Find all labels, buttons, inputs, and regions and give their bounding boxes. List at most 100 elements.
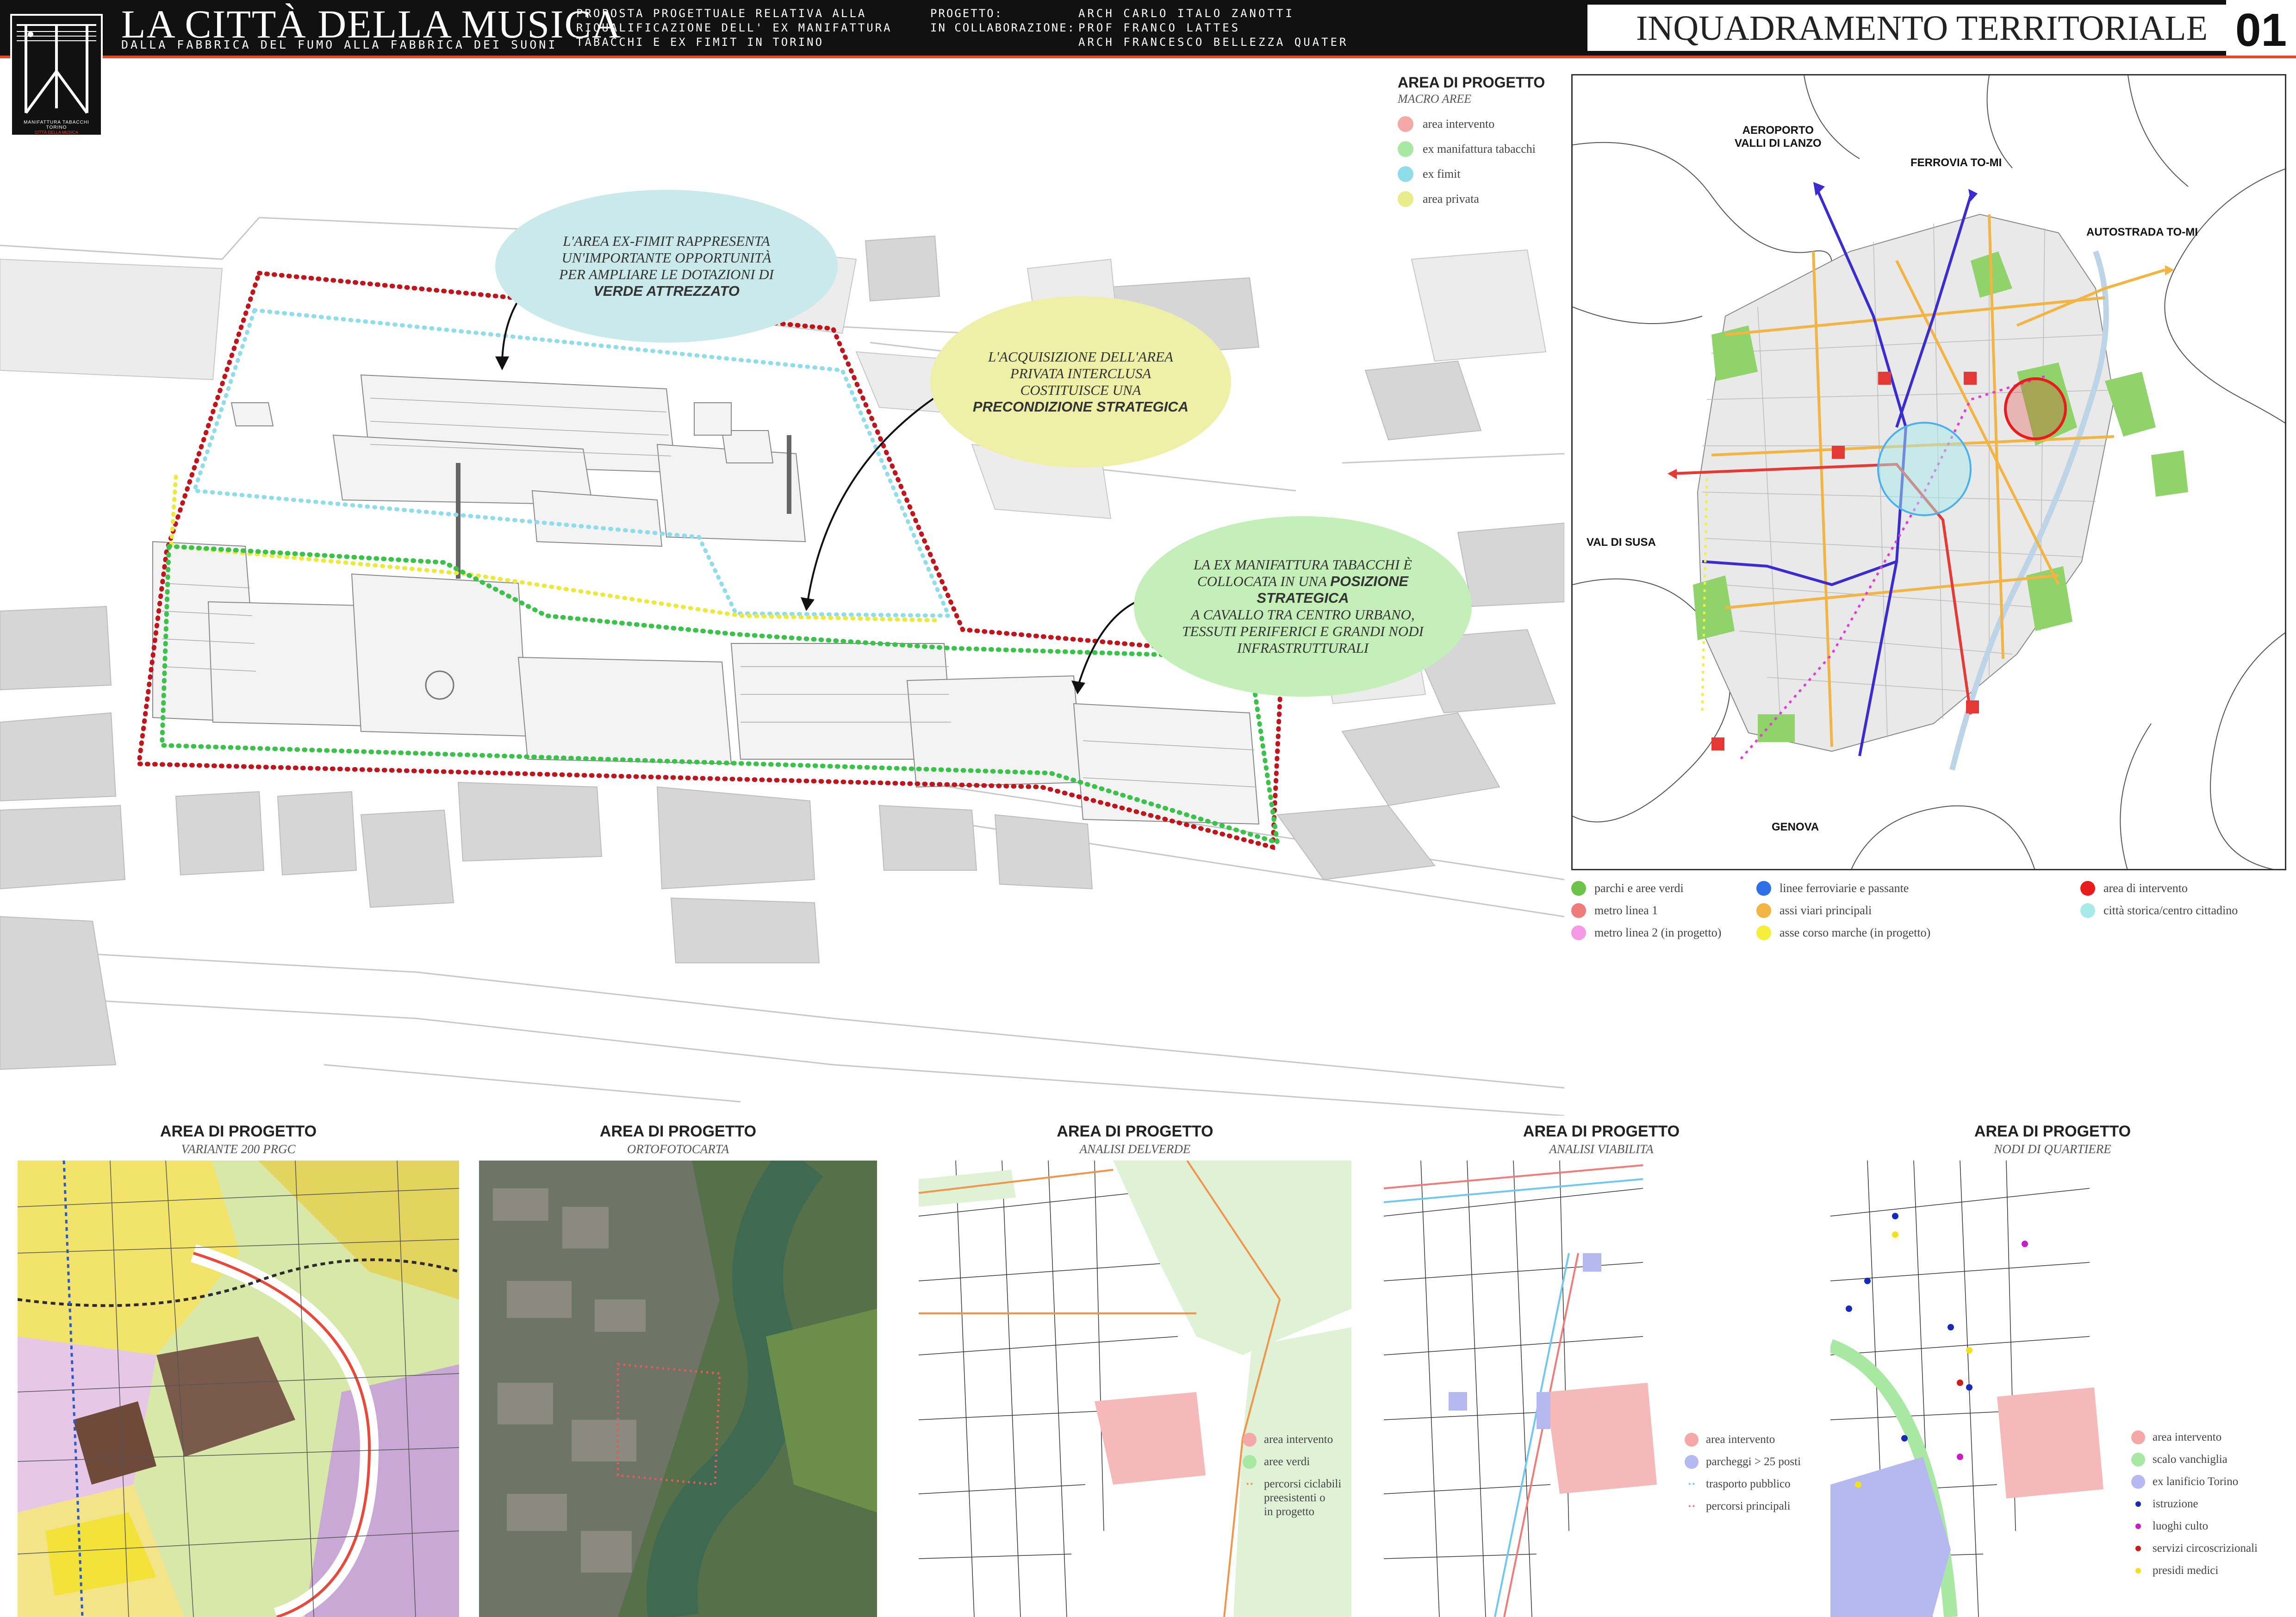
proposal-text: PROPOSTA PROGETTUALE RELATIVA ALLA RIQUAL…	[576, 7, 892, 49]
green-analysis-map	[919, 1161, 1351, 1617]
dotted-line-icon: ··	[1687, 1499, 1696, 1513]
legend-item: parcheggi > 25 posti	[1685, 1455, 1801, 1469]
macro-areas-legend: AREA DI PROGETTO MACRO AREE area interve…	[1398, 74, 1574, 212]
prgc-map	[18, 1161, 459, 1617]
legend-item: servizi circoscrizionali	[2131, 1542, 2258, 1555]
legend-item: area intervento	[2131, 1430, 2258, 1444]
legend-swatch	[2135, 1568, 2141, 1573]
territorial-legend: parchi e aree verdi metro linea 1 metro …	[1571, 877, 2286, 947]
green-legend: area intervento aree verdi ·· percorsi ci…	[1243, 1433, 1341, 1527]
legend-swatch	[1756, 881, 1771, 896]
project-label: PROGETTO:	[930, 7, 1003, 20]
legend-item: metro linea 2 (in progetto)	[1571, 922, 1721, 944]
legend-item: ·· percorsi ciclabili preesistenti o in p…	[1243, 1477, 1341, 1519]
nodes-legend: area intervento scalo vanchiglia ex lani…	[2131, 1430, 2258, 1586]
header-bar: LA CITTÀ DELLA MUSICA DALLA FABBRICA DEL…	[0, 0, 2296, 58]
panel-subtitle: ANALISI DELVERDE	[1079, 1142, 1191, 1156]
legend-item: ·· trasporto pubblico	[1685, 1477, 1801, 1491]
legend-swatch	[1398, 141, 1413, 157]
legend-swatch	[2080, 903, 2095, 918]
legend-swatch	[1243, 1455, 1257, 1469]
label-highway: AUTOSTRADA TO-MI	[2086, 226, 2198, 238]
legend-swatch	[2135, 1501, 2141, 1507]
legend-swatch	[1756, 903, 1771, 918]
legend-item: metro linea 1	[1571, 899, 1721, 922]
dotted-line-icon: ··	[1687, 1477, 1696, 1491]
legend-column: area di intervento città storica/centro …	[2080, 877, 2238, 922]
legend-swatch	[2131, 1430, 2145, 1444]
legend-swatch	[2080, 881, 2095, 896]
legend-swatch	[1685, 1455, 1699, 1469]
mobility-map	[1384, 1161, 1819, 1617]
mobility-legend: area intervento parcheggi > 25 posti ·· t…	[1685, 1433, 1801, 1522]
legend-item: presidi medici	[2131, 1564, 2258, 1578]
legend-item: area intervento	[1398, 112, 1574, 137]
author: ARCH CARLO ITALO ZANOTTI	[1078, 7, 1294, 20]
legend-swatch	[2135, 1523, 2141, 1529]
legend-item: asse corso marche (in progetto)	[1756, 922, 1930, 944]
mobility-map-drawing	[1384, 1161, 1819, 1617]
panel-subtitle: ANALISI VIABILITA	[1549, 1142, 1654, 1156]
panel-title: AREA DI PROGETTO	[1523, 1123, 1680, 1140]
legend-item: linee ferroviarie e passante	[1756, 877, 1930, 899]
header-accent-line	[0, 56, 2296, 58]
legend-swatch	[1398, 166, 1413, 182]
panel-title: AREA DI PROGETTO	[1057, 1123, 1213, 1140]
legend-item: luoghi culto	[2131, 1519, 2258, 1533]
legend-swatch	[1571, 925, 1586, 940]
note-ex-fimit: L'AREA EX-FIMIT RAPPRESENTA UN'IMPORTANT…	[495, 190, 838, 343]
legend-item: parchi e aree verdi	[1571, 877, 1721, 899]
turin-city-map	[1573, 75, 2285, 869]
panel-subtitle: ORTOFOTOCARTA	[627, 1142, 729, 1156]
legend-swatch	[2131, 1475, 2145, 1489]
label-railway: FERROVIA TO-MI	[1910, 156, 2002, 169]
dotted-line-icon: ··	[1245, 1477, 1254, 1491]
author: ARCH FRANCESCO BELLEZZA QUATER	[1078, 36, 1349, 49]
green-map-drawing	[919, 1161, 1351, 1617]
legend-item: area intervento	[1243, 1433, 1341, 1447]
legend-item: ex fimit	[1398, 162, 1574, 187]
author: PROF FRANCO LATTES	[1078, 21, 1241, 34]
legend-item: aree verdi	[1243, 1455, 1341, 1469]
legend-item: assi viari principali	[1756, 899, 1930, 922]
collab-label: IN COLLABORAZIONE:	[930, 21, 1076, 34]
legend-swatch	[1756, 925, 1771, 940]
legend-item: ·· percorsi principali	[1685, 1499, 1801, 1513]
credits-labels: PROGETTO: IN COLLABORAZIONE:	[930, 6, 1076, 35]
legend-item: area intervento	[1685, 1433, 1801, 1447]
legend-item: ex lanificio Torino	[2131, 1475, 2258, 1489]
aerial-photo-drawing	[479, 1161, 877, 1617]
legend-swatch	[2131, 1453, 2145, 1467]
panel-subtitle: VARIANTE 200 PRGC	[181, 1142, 296, 1156]
sheet-number: 01	[2226, 0, 2296, 56]
legend-swatch	[2135, 1546, 2141, 1551]
legend-column: parchi e aree verdi metro linea 1 metro …	[1571, 877, 1721, 944]
prgc-map-drawing	[18, 1161, 459, 1617]
territorial-map: AEROPORTO VALLI DI LANZO FERROVIA TO-MI …	[1571, 74, 2286, 870]
panel-subtitle: NODI DI QUARTIERE	[1994, 1142, 2111, 1156]
panel-title: AREA DI PROGETTO	[1974, 1123, 2131, 1140]
legend-swatch	[1685, 1433, 1699, 1447]
legend-title: AREA DI PROGETTO	[1398, 74, 1545, 91]
axonometric-site-view: L'AREA EX-FIMIT RAPPRESENTA UN'IMPORTANT…	[0, 60, 1565, 1117]
aerial-photo	[479, 1161, 877, 1617]
authors-list: ARCH CARLO ITALO ZANOTTI PROF FRANCO LAT…	[1078, 6, 1348, 50]
legend-item: istruzione	[2131, 1497, 2258, 1511]
label-airport: AEROPORTO VALLI DI LANZO	[1735, 124, 1822, 150]
legend-item: area privata	[1398, 187, 1574, 212]
note-area-privata: L'ACQUISIZIONE DELL'AREA PRIVATA INTERCL…	[930, 296, 1231, 468]
legend-item: città storica/centro cittadino	[2080, 899, 2238, 922]
section-title: INQUADRAMENTO TERRITORIALE	[1636, 9, 2208, 48]
legend-swatch	[1398, 116, 1413, 132]
legend-swatch	[1571, 903, 1586, 918]
legend-swatch	[1571, 881, 1586, 896]
label-genova: GENOVA	[1772, 821, 1819, 833]
legend-item: area di intervento	[2080, 877, 2238, 899]
legend-column: linee ferroviarie e passante assi viari …	[1756, 877, 1930, 944]
panel-title: AREA DI PROGETTO	[160, 1123, 317, 1140]
page-subtitle: DALLA FABBRICA DEL FUMO ALLA FABBRICA DE…	[121, 38, 558, 51]
panel-title: AREA DI PROGETTO	[599, 1123, 757, 1140]
legend-swatch	[1398, 191, 1413, 207]
legend-item: ex manifattura tabacchi	[1398, 137, 1574, 162]
note-posizione-strategica: LA EX MANIFATTURA TABACCHI È COLLOCATA I…	[1134, 516, 1472, 697]
